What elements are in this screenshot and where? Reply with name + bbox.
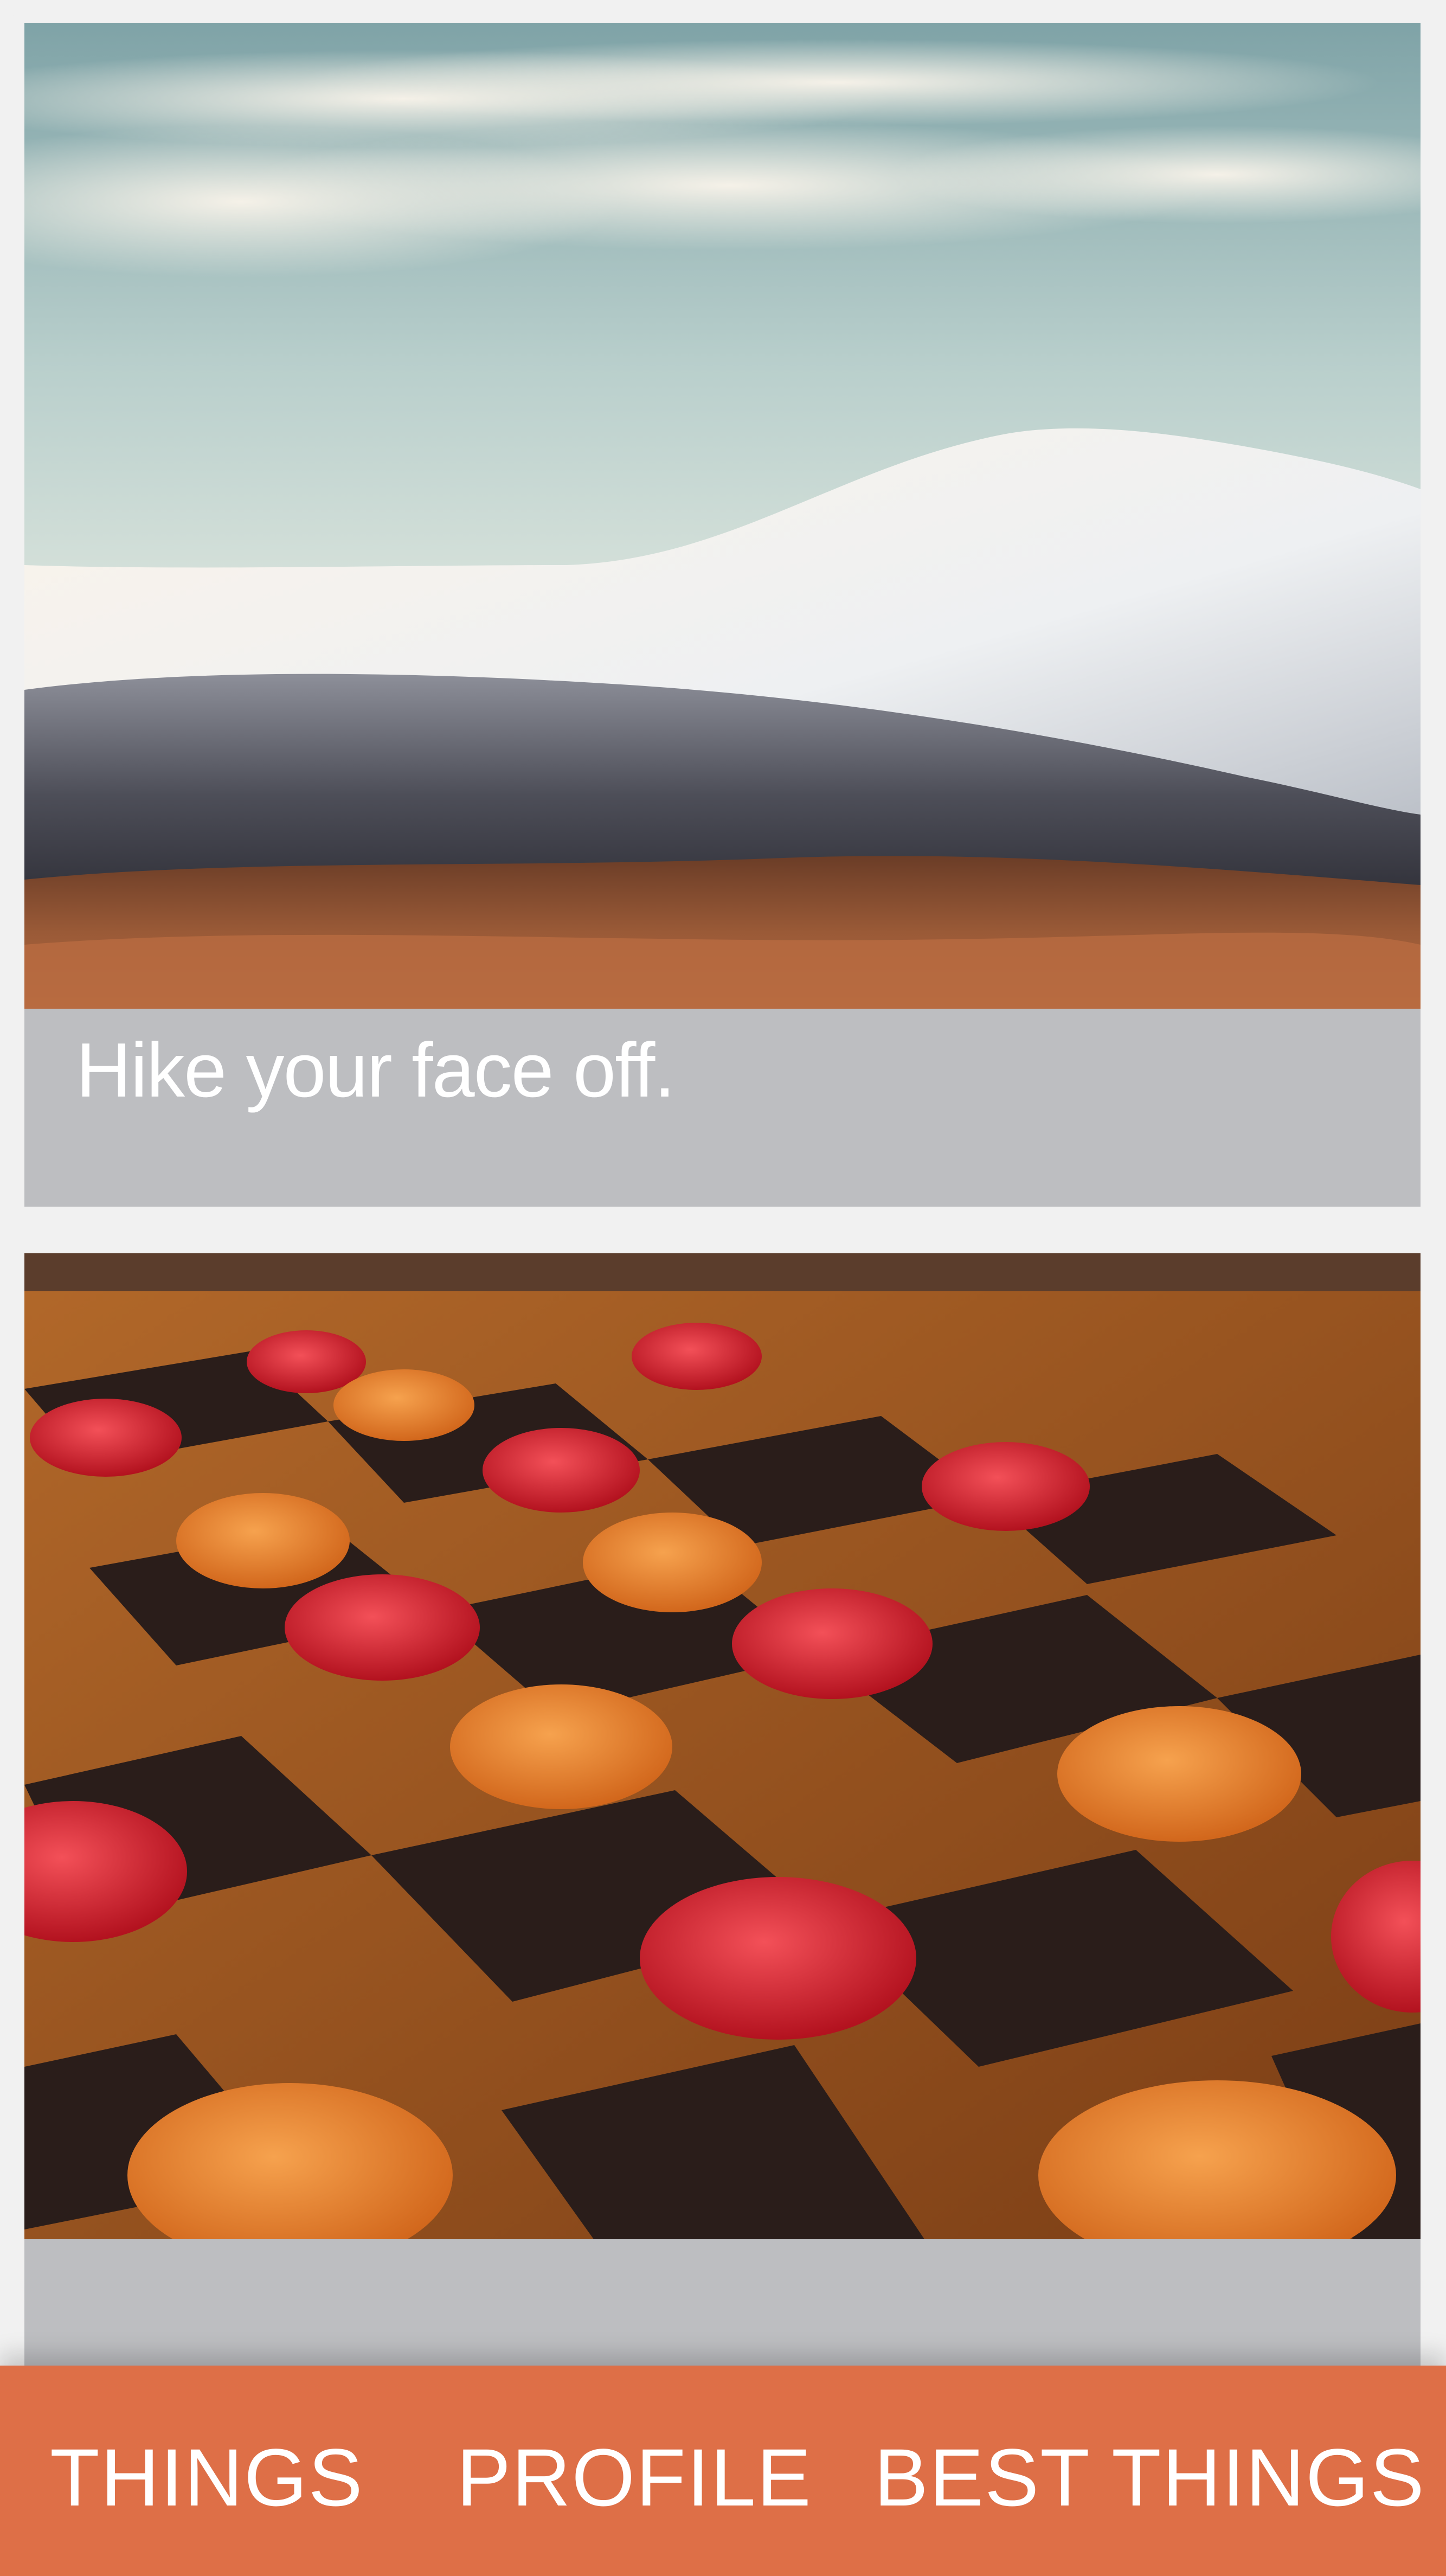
checkers-photo [24,1253,1421,2239]
nav-tab-things[interactable]: THINGS [50,2431,364,2524]
feed-card-mountain[interactable]: Hike your face off. [24,23,1421,1207]
mountain-photo [24,23,1421,1009]
feed-card-checkers[interactable] [24,1253,1421,2392]
nav-tab-best-things[interactable]: BEST THINGS [874,2431,1425,2524]
app-frame: Hike your face off. THINGS PROFILE BEST … [0,0,1446,2576]
nav-tab-profile[interactable]: PROFILE [457,2431,812,2524]
card-caption: Hike your face off. [76,1027,676,1113]
bottom-nav-bar: THINGS PROFILE BEST THINGS [0,2366,1446,2576]
